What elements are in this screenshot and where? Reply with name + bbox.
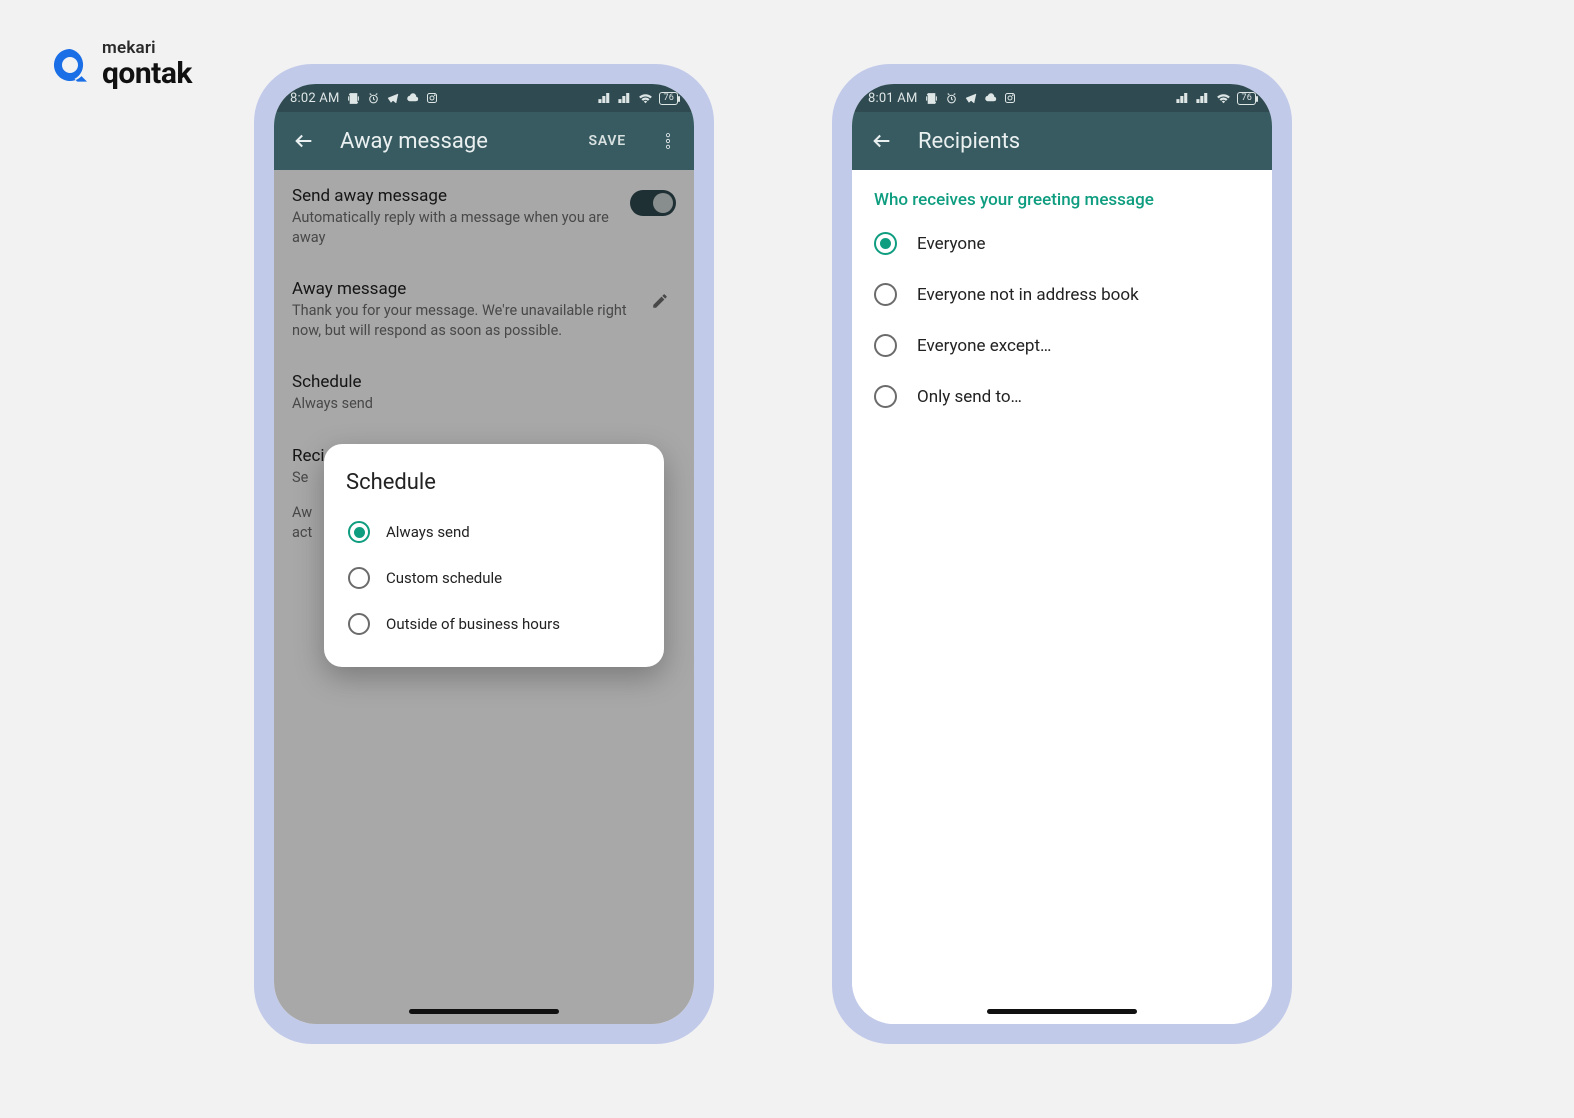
schedule-option[interactable]: Always send bbox=[346, 509, 642, 555]
back-button[interactable] bbox=[866, 125, 898, 157]
screen-content: Who receives your greeting message Every… bbox=[852, 170, 1272, 1024]
instagram-icon bbox=[426, 92, 438, 104]
battery-icon: 76 bbox=[659, 92, 678, 105]
send-away-row[interactable]: Send away message Automatically reply wi… bbox=[274, 170, 694, 263]
screen-title: Recipients bbox=[918, 129, 1262, 154]
status-time: 8:02 AM bbox=[290, 91, 340, 106]
cloud-icon bbox=[984, 92, 997, 104]
schedule-dialog: Schedule Always send Custom schedule Out… bbox=[324, 444, 664, 667]
radio-icon bbox=[874, 283, 897, 306]
more-vert-icon bbox=[658, 131, 678, 151]
signal-icon bbox=[1176, 92, 1190, 104]
recipient-option[interactable]: Everyone except… bbox=[852, 320, 1272, 371]
radio-icon bbox=[348, 567, 370, 589]
option-label: Custom schedule bbox=[386, 569, 502, 587]
alarm-icon bbox=[945, 92, 958, 105]
radio-icon bbox=[348, 521, 370, 543]
radio-icon bbox=[874, 385, 897, 408]
vibrate-off-icon bbox=[347, 92, 360, 105]
brand-logo: mekari qontak bbox=[48, 40, 192, 89]
arrow-left-icon bbox=[871, 130, 893, 152]
arrow-left-icon bbox=[293, 130, 315, 152]
recipient-option[interactable]: Only send to… bbox=[852, 371, 1272, 422]
pencil-icon bbox=[651, 292, 669, 310]
option-label: Outside of business hours bbox=[386, 615, 560, 633]
screen-title: Away message bbox=[340, 129, 568, 154]
status-time: 8:01 AM bbox=[868, 91, 918, 106]
row-subtitle: Always send bbox=[292, 394, 676, 414]
schedule-option[interactable]: Custom schedule bbox=[346, 555, 642, 601]
radio-icon bbox=[348, 613, 370, 635]
phone-frame-left: 8:02 AM 76 Away message bbox=[254, 64, 714, 1044]
signal-icon bbox=[1196, 92, 1210, 104]
row-subtitle: Automatically reply with a message when … bbox=[292, 208, 620, 247]
signal-icon bbox=[618, 92, 632, 104]
recipients-header: Who receives your greeting message bbox=[852, 170, 1272, 218]
telegram-icon bbox=[387, 92, 399, 104]
option-label: Only send to… bbox=[917, 387, 1022, 407]
phone-screen-right: 8:01 AM 76 Recipients bbox=[852, 84, 1272, 1024]
row-title: Send away message bbox=[292, 186, 620, 206]
brand-logo-text: mekari qontak bbox=[102, 40, 192, 89]
cloud-icon bbox=[406, 92, 419, 104]
save-button[interactable]: SAVE bbox=[588, 133, 626, 149]
option-label: Everyone not in address book bbox=[917, 285, 1139, 305]
brand-logo-mark-icon bbox=[48, 43, 92, 87]
row-title: Away message bbox=[292, 279, 634, 299]
recipient-option[interactable]: Everyone bbox=[852, 218, 1272, 269]
phone-screen-left: 8:02 AM 76 Away message bbox=[274, 84, 694, 1024]
telegram-icon bbox=[965, 92, 977, 104]
overflow-menu-button[interactable] bbox=[652, 125, 684, 157]
status-bar: 8:02 AM 76 bbox=[274, 84, 694, 112]
wifi-icon bbox=[638, 92, 653, 104]
status-bar: 8:01 AM 76 bbox=[852, 84, 1272, 112]
vibrate-off-icon bbox=[925, 92, 938, 105]
away-message-row[interactable]: Away message Thank you for your message.… bbox=[274, 263, 694, 356]
recipient-option[interactable]: Everyone not in address book bbox=[852, 269, 1272, 320]
wifi-icon bbox=[1216, 92, 1231, 104]
radio-icon bbox=[874, 334, 897, 357]
row-subtitle: Thank you for your message. We're unavai… bbox=[292, 301, 634, 340]
battery-icon: 76 bbox=[1237, 92, 1256, 105]
alarm-icon bbox=[367, 92, 380, 105]
home-indicator[interactable] bbox=[409, 1009, 559, 1014]
option-label: Everyone except… bbox=[917, 336, 1051, 356]
instagram-icon bbox=[1004, 92, 1016, 104]
back-button[interactable] bbox=[288, 125, 320, 157]
signal-icon bbox=[598, 92, 612, 104]
option-label: Everyone bbox=[917, 234, 986, 254]
home-indicator[interactable] bbox=[987, 1009, 1137, 1014]
schedule-row[interactable]: Schedule Always send bbox=[274, 356, 694, 430]
brand-logo-bottom: qontak bbox=[102, 58, 192, 90]
phone-frame-right: 8:01 AM 76 Recipients bbox=[832, 64, 1292, 1044]
schedule-option[interactable]: Outside of business hours bbox=[346, 601, 642, 647]
send-away-toggle[interactable] bbox=[630, 190, 676, 216]
app-bar: Recipients bbox=[852, 112, 1272, 170]
dialog-title: Schedule bbox=[346, 470, 642, 495]
edit-message-button[interactable] bbox=[644, 285, 676, 317]
radio-icon bbox=[874, 232, 897, 255]
row-title: Schedule bbox=[292, 372, 676, 392]
app-bar: Away message SAVE bbox=[274, 112, 694, 170]
option-label: Always send bbox=[386, 523, 470, 541]
